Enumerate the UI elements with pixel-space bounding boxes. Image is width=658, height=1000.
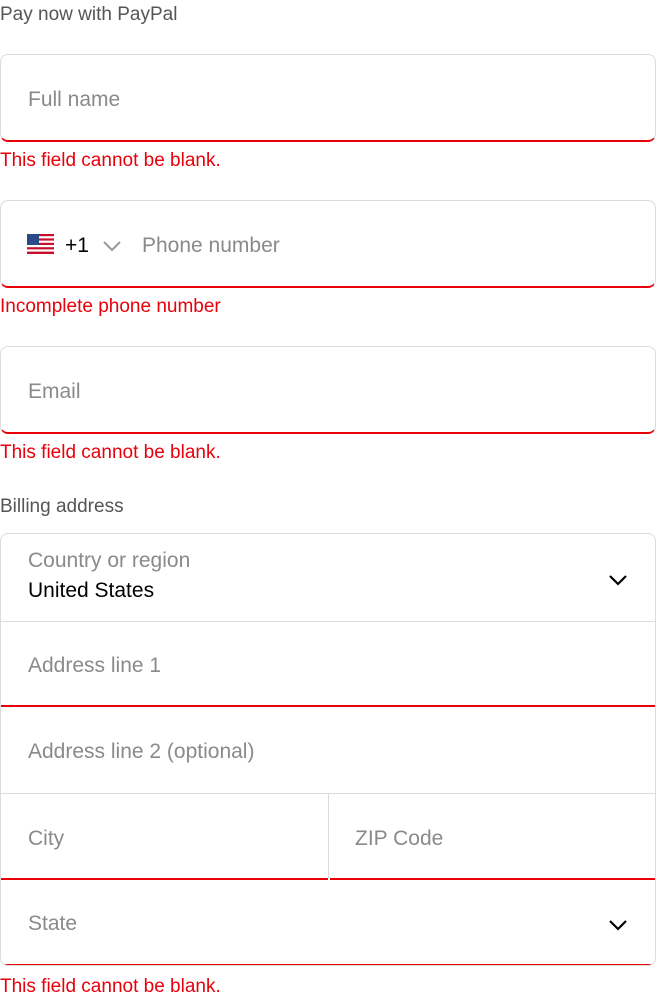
country-select[interactable]: Country or region United States	[1, 534, 655, 621]
zip-code-placeholder: ZIP Code	[355, 827, 444, 850]
address-line-2-field[interactable]: Address line 2 (optional)	[1, 707, 655, 793]
full-name-field[interactable]: Full name	[0, 54, 656, 142]
full-name-error: This field cannot be blank.	[0, 150, 221, 171]
state-error-underline	[1, 964, 655, 965]
full-name-placeholder: Full name	[28, 88, 121, 111]
billing-address-group: Country or region United States Address …	[0, 533, 656, 966]
country-label: Country or region	[28, 549, 191, 572]
phone-field[interactable]: +1 Phone number	[0, 200, 656, 288]
chevron-down-icon[interactable]	[101, 239, 123, 253]
city-placeholder: City	[28, 827, 65, 850]
state-placeholder: State	[28, 912, 78, 935]
billing-error: This field cannot be blank.	[0, 976, 221, 997]
address-line-2-placeholder: Address line 2 (optional)	[28, 740, 255, 763]
email-placeholder: Email	[28, 380, 81, 403]
country-value: United States	[28, 579, 155, 602]
address-line-1-placeholder: Address line 1	[28, 654, 162, 677]
chevron-down-icon[interactable]	[607, 918, 629, 932]
address-line-1-field[interactable]: Address line 1	[1, 622, 655, 705]
us-flag-icon	[27, 234, 54, 254]
billing-address-label: Billing address	[0, 496, 124, 517]
email-field[interactable]: Email	[0, 346, 656, 434]
city-field[interactable]: City	[1, 794, 328, 878]
country-code[interactable]: +1	[65, 234, 89, 258]
email-error: This field cannot be blank.	[0, 442, 221, 463]
zip-code-field[interactable]: ZIP Code	[329, 794, 655, 878]
phone-error: Incomplete phone number	[0, 296, 221, 317]
state-select[interactable]: State	[1, 880, 655, 964]
pay-with-paypal-label: Pay now with PayPal	[0, 4, 178, 25]
chevron-down-icon[interactable]	[607, 573, 629, 587]
phone-placeholder: Phone number	[142, 234, 280, 257]
